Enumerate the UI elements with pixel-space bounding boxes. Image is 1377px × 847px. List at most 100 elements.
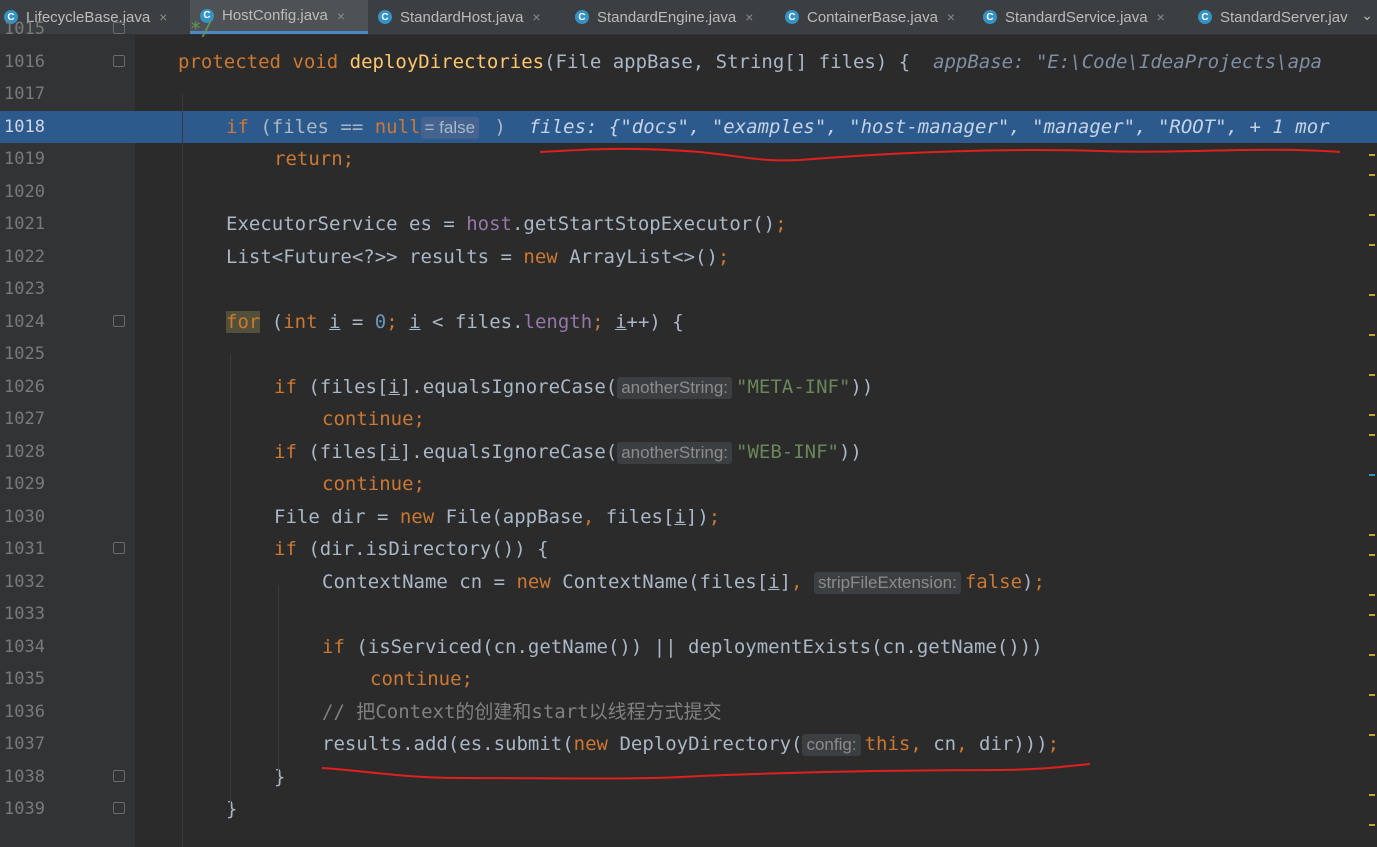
code-line[interactable]: 1019 return;: [0, 143, 1377, 176]
line-number[interactable]: 1035: [4, 663, 54, 696]
code-token: dir))): [979, 733, 1048, 755]
scroll-marker: [1369, 824, 1375, 826]
scroll-marker: [1369, 334, 1375, 336]
line-number[interactable]: 1015: [4, 13, 54, 46]
code-line[interactable]: 1027 continue;: [0, 403, 1377, 436]
code-line[interactable]: 1015 */: [0, 13, 1377, 46]
code-text: ContextName cn = new ContextName(files[i…: [322, 566, 1045, 599]
line-number[interactable]: 1028: [4, 436, 54, 469]
code-token: host: [466, 213, 512, 235]
line-number[interactable]: 1038: [4, 761, 54, 794]
fold-marker-icon[interactable]: [113, 802, 125, 814]
fold-marker-icon[interactable]: [113, 542, 125, 554]
line-number[interactable]: 1037: [4, 728, 54, 761]
code-editor[interactable]: 1015 */1016 protected void deployDirectori…: [0, 18, 1377, 847]
line-number[interactable]: 1018: [4, 111, 54, 144]
fold-marker-icon[interactable]: [113, 54, 125, 67]
code-token: if: [274, 375, 297, 398]
code-token: int: [283, 310, 318, 333]
code-line[interactable]: 1031 if (dir.isDirectory()) {: [0, 533, 1377, 566]
code-line[interactable]: 1029 continue;: [0, 468, 1377, 501]
code-token: if: [226, 115, 249, 138]
line-number[interactable]: 1023: [4, 273, 54, 306]
code-line[interactable]: 1020: [0, 176, 1377, 209]
line-number[interactable]: 1016: [4, 46, 54, 79]
code-token: ContextName(files[: [550, 570, 769, 593]
scrollbar-markers[interactable]: [1367, 34, 1377, 847]
line-number[interactable]: 1036: [4, 696, 54, 729]
code-line[interactable]: 1036 // 把Context的创建和start以线程方式提交: [0, 696, 1377, 729]
debug-inline-value: files: {"docs", "examples", "host-manage…: [528, 115, 1330, 138]
inlay-hint: = false: [420, 116, 480, 139]
code-token: (files ==: [248, 115, 375, 138]
scroll-marker: [1369, 694, 1375, 696]
scroll-marker: [1369, 294, 1375, 296]
line-number[interactable]: 1019: [4, 143, 54, 176]
code-line[interactable]: 1037 results.add(es.submit(new DeployDire…: [0, 728, 1377, 761]
code-line[interactable]: 1032 ContextName cn = new ContextName(fil…: [0, 566, 1377, 599]
code-token: i: [388, 440, 400, 463]
code-line[interactable]: 1016 protected void deployDirectories(Fil…: [0, 46, 1377, 79]
inlay-hint: anotherString:: [617, 441, 732, 464]
inlay-hint: anotherString:: [617, 376, 732, 399]
code-token: ): [1022, 570, 1034, 593]
line-number[interactable]: 1029: [4, 468, 54, 501]
code-token: this: [864, 733, 911, 755]
line-number[interactable]: 1039: [4, 793, 54, 826]
code-text: for (int i = 0; i < files.length; i++) {: [226, 306, 684, 339]
code-token: ].equalsIgnoreCase(: [399, 440, 618, 463]
fold-marker-icon[interactable]: [113, 22, 125, 34]
line-number[interactable]: 1031: [4, 533, 54, 566]
code-line[interactable]: 1021 ExecutorService es = host.getStartSt…: [0, 208, 1377, 241]
scroll-marker: [1369, 534, 1375, 536]
indent-guide: [182, 94, 183, 847]
code-token: }: [226, 798, 238, 820]
scroll-marker: [1369, 414, 1375, 416]
inlay-hint: stripFileExtension:: [813, 571, 961, 594]
code-text: protected void deployDirectories(File ap…: [178, 46, 1322, 79]
line-number[interactable]: 1030: [4, 501, 54, 534]
fold-marker-icon[interactable]: [113, 314, 125, 327]
code-line[interactable]: 1024 for (int i = 0; i < files.length; i+…: [0, 306, 1377, 339]
code-token: ,: [582, 505, 606, 528]
code-line[interactable]: 1025: [0, 338, 1377, 371]
scroll-marker: [1369, 794, 1375, 796]
code-line[interactable]: 1038}: [0, 761, 1377, 794]
line-number[interactable]: 1033: [4, 598, 54, 631]
code-line[interactable]: 1039}: [0, 793, 1377, 826]
code-line[interactable]: 1028 if (files[i].equalsIgnoreCase(anothe…: [0, 436, 1377, 469]
line-number[interactable]: 1021: [4, 208, 54, 241]
code-token: ;: [717, 245, 730, 268]
code-token: for: [226, 310, 261, 333]
scroll-marker: [1369, 734, 1375, 736]
line-number[interactable]: 1020: [4, 176, 54, 209]
line-number[interactable]: 1034: [4, 631, 54, 664]
line-number[interactable]: 1024: [4, 306, 54, 339]
code-line[interactable]: 1035 continue;: [0, 663, 1377, 696]
line-number[interactable]: 1017: [4, 78, 54, 111]
code-token: i: [674, 505, 686, 528]
line-number[interactable]: 1026: [4, 371, 54, 404]
code-token: i: [615, 310, 627, 333]
code-text: // 把Context的创建和start以线程方式提交: [322, 696, 722, 729]
code-token: ++) {: [626, 310, 684, 333]
code-token: ContextName cn =: [322, 570, 517, 593]
line-number[interactable]: 1025: [4, 338, 54, 371]
code-line[interactable]: 1033: [0, 598, 1377, 631]
code-token: continue;: [322, 408, 425, 430]
code-line[interactable]: 1026 if (files[i].equalsIgnoreCase(anothe…: [0, 371, 1377, 404]
code-token: i: [329, 310, 341, 333]
code-line[interactable]: 1034 if (isServiced(cn.getName()) || depl…: [0, 631, 1377, 664]
line-number[interactable]: 1022: [4, 241, 54, 274]
fold-marker-icon[interactable]: [113, 769, 125, 782]
code-line[interactable]: 1030 File dir = new File(appBase, files[i…: [0, 501, 1377, 534]
code-line[interactable]: 1022 List<Future<?>> results = new ArrayL…: [0, 241, 1377, 274]
code-line[interactable]: 1023: [0, 273, 1377, 306]
code-line[interactable]: 1018 if (files == null = false ) files: {"…: [0, 110, 1377, 144]
line-number[interactable]: 1032: [4, 566, 54, 599]
code-text: ExecutorService es = host.getStartStopEx…: [226, 208, 787, 241]
line-number[interactable]: 1027: [4, 403, 54, 436]
scroll-marker: [1369, 554, 1375, 556]
code-line[interactable]: 1017: [0, 78, 1377, 111]
